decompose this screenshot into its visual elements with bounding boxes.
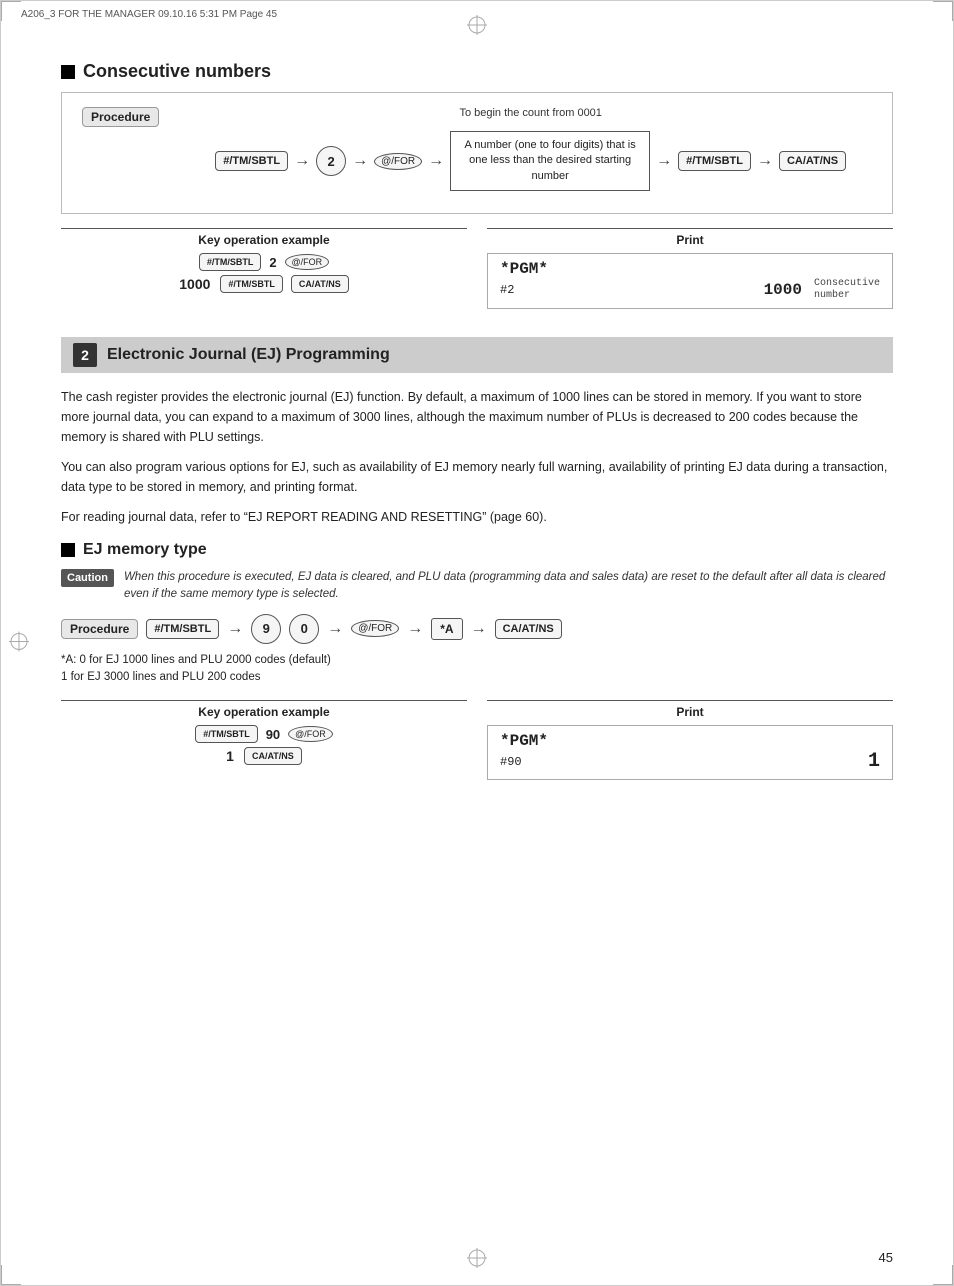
key-for-1: @/FOR bbox=[374, 153, 422, 170]
consecutive-label: Consecutive number bbox=[814, 278, 880, 302]
key-circle-9: 9 bbox=[251, 614, 281, 644]
ko2-key-tmstbl: #/TM/SBTL bbox=[195, 725, 258, 743]
page: A206_3 FOR THE MANAGER 09.10.16 5:31 PM … bbox=[0, 0, 954, 1286]
key-op-content-1: #/TM/SBTL 2 @/FOR 1000 #/TM/SBTL CA/AT/N… bbox=[61, 253, 467, 293]
procedure-row-2: Procedure #/TM/SBTL → 9 0 → @/FOR → *A →… bbox=[61, 614, 893, 644]
key-op-content-2: #/TM/SBTL 90 @/FOR 1 CA/AT/NS bbox=[61, 725, 467, 765]
ko-num-2: 2 bbox=[269, 255, 276, 270]
footnote-line1: *A: 0 for EJ 1000 lines and PLU 2000 cod… bbox=[61, 652, 893, 669]
arrow-1: → bbox=[294, 152, 310, 170]
print-row-2: #90 1 bbox=[500, 750, 880, 773]
key-tmstbl-2: #/TM/SBTL bbox=[678, 151, 751, 171]
arrow-5: → bbox=[757, 152, 773, 170]
arrow-7: → bbox=[327, 620, 343, 638]
left-reg-mark bbox=[9, 632, 29, 655]
ko-key-caatns: CA/AT/NS bbox=[291, 275, 349, 293]
black-square-icon-2 bbox=[61, 543, 75, 557]
print-pgm-1: *PGM* bbox=[500, 260, 880, 278]
ko2-btn-for: @/FOR bbox=[288, 726, 333, 742]
caution-badge: Caution bbox=[61, 569, 114, 587]
key-op-title-1: Key operation example bbox=[61, 233, 467, 247]
key-tmstbl-1: #/TM/SBTL bbox=[215, 151, 288, 171]
black-square-icon bbox=[61, 65, 75, 79]
print-2: Print *PGM* #90 1 bbox=[487, 700, 893, 780]
corner-br bbox=[933, 1265, 953, 1285]
ej-para1: The cash register provides the electroni… bbox=[61, 387, 893, 447]
print-label-num2: #2 bbox=[500, 283, 514, 297]
consecutive-numbers-title: Consecutive numbers bbox=[61, 61, 893, 82]
ej-section-title: Electronic Journal (EJ) Programming bbox=[107, 346, 390, 364]
arrow-8: → bbox=[407, 620, 423, 638]
page-number: 45 bbox=[879, 1250, 893, 1265]
info-box-1: A number (one to four digits) that is on… bbox=[450, 131, 650, 191]
caution-box: Caution When this procedure is executed,… bbox=[61, 569, 893, 604]
arrow-6: → bbox=[227, 620, 243, 638]
top-reg-mark bbox=[467, 15, 487, 38]
ej-para2: You can also program various options for… bbox=[61, 457, 893, 497]
key-circle-0: 0 bbox=[289, 614, 319, 644]
key-circle-2: 2 bbox=[316, 146, 346, 176]
ko2-val-1: 1 bbox=[226, 748, 234, 764]
key-for-2: @/FOR bbox=[351, 620, 399, 637]
ej-memory-title: EJ memory type bbox=[61, 541, 893, 559]
print-label-num90: #90 bbox=[500, 755, 522, 769]
ko-key-tmstbl-2: #/TM/SBTL bbox=[220, 275, 283, 293]
arrow-9: → bbox=[471, 620, 487, 638]
bottom-reg-mark bbox=[467, 1248, 487, 1271]
key-op-row-2: 1000 #/TM/SBTL CA/AT/NS bbox=[179, 275, 349, 293]
key-op-title-2: Key operation example bbox=[61, 705, 467, 719]
ko2-key-caatns: CA/AT/NS bbox=[244, 747, 302, 765]
key-op-1: Key operation example #/TM/SBTL 2 @/FOR … bbox=[61, 228, 467, 309]
procedure-badge-2: Procedure bbox=[61, 619, 138, 639]
print-1: Print *PGM* #2 1000 Consecutive number bbox=[487, 228, 893, 309]
procedure-badge-1: Procedure bbox=[82, 107, 159, 127]
key-op-2: Key operation example #/TM/SBTL 90 @/FOR… bbox=[61, 700, 467, 780]
print-row-1: #2 1000 Consecutive number bbox=[500, 278, 880, 302]
key-op-print-section-1: Key operation example #/TM/SBTL 2 @/FOR … bbox=[61, 228, 893, 309]
print-content-1: *PGM* #2 1000 Consecutive number bbox=[487, 253, 893, 309]
footnote-line2: 1 for EJ 3000 lines and PLU 200 codes bbox=[61, 669, 893, 686]
key-caatns-1: CA/AT/NS bbox=[779, 151, 846, 171]
arrow-3: → bbox=[428, 152, 444, 170]
header-text: A206_3 FOR THE MANAGER 09.10.16 5:31 PM … bbox=[21, 9, 277, 20]
print-content-2: *PGM* #90 1 bbox=[487, 725, 893, 780]
procedure-area-1: Procedure To begin the count from 0001 #… bbox=[61, 92, 893, 214]
key-op2-row2: 1 CA/AT/NS bbox=[226, 747, 302, 765]
corner-bl bbox=[1, 1265, 21, 1285]
print-pgm-2: *PGM* bbox=[500, 732, 880, 750]
to-begin-note: To begin the count from 0001 bbox=[459, 107, 601, 119]
ko2-val-90: 90 bbox=[266, 727, 280, 742]
ej-num-badge: 2 bbox=[73, 343, 97, 367]
ko-btn-for: @/FOR bbox=[285, 254, 330, 270]
key-op2-row1: #/TM/SBTL 90 @/FOR bbox=[195, 725, 333, 743]
key-tmstbl-3: #/TM/SBTL bbox=[146, 619, 219, 639]
print-title-1: Print bbox=[487, 233, 893, 247]
ej-para3: For reading journal data, refer to “EJ R… bbox=[61, 507, 893, 527]
ej-section: 2 Electronic Journal (EJ) Programming Th… bbox=[61, 337, 893, 780]
ej-section-header: 2 Electronic Journal (EJ) Programming bbox=[61, 337, 893, 373]
caution-text: When this procedure is executed, EJ data… bbox=[124, 569, 893, 604]
print-title-2: Print bbox=[487, 705, 893, 719]
arrow-4: → bbox=[656, 152, 672, 170]
arrow-2: → bbox=[352, 152, 368, 170]
key-op-row-1: #/TM/SBTL 2 @/FOR bbox=[199, 253, 329, 271]
key-caatns-2: CA/AT/NS bbox=[495, 619, 562, 639]
flow-diagram-1: #/TM/SBTL → 2 → @/FOR → A number (one to… bbox=[215, 131, 846, 191]
ko-val-1000: 1000 bbox=[179, 276, 210, 292]
print-val-1: 1 bbox=[868, 750, 880, 773]
ej-footnote: *A: 0 for EJ 1000 lines and PLU 2000 cod… bbox=[61, 652, 893, 687]
star-a-box: *A bbox=[431, 618, 462, 640]
ko-key-tmstbl: #/TM/SBTL bbox=[199, 253, 262, 271]
print-val-1000: 1000 bbox=[764, 281, 802, 299]
key-op-print-section-2: Key operation example #/TM/SBTL 90 @/FOR… bbox=[61, 700, 893, 780]
